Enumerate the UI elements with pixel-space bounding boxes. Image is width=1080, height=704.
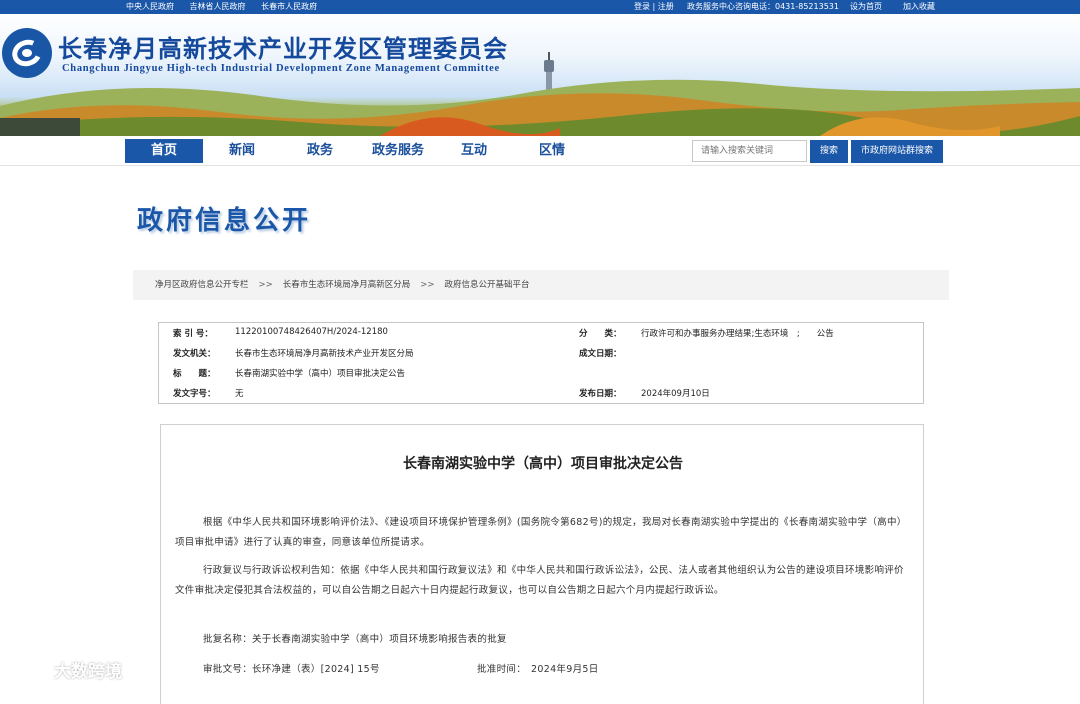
breadcrumb-item[interactable]: 政府信息公开基础平台 xyxy=(445,280,530,290)
document-metadata: 索 引 号： 11220100748426407H/2024-12180 分 类… xyxy=(158,322,924,404)
watermark-text: 大数跨境 xyxy=(54,661,122,682)
index-value: 11220100748426407H/2024-12180 xyxy=(235,327,388,337)
article-paragraph: 根据《中华人民共和国环境影响评价法》、《建设项目环境保护管理条例》(国务院令第6… xyxy=(175,517,907,548)
article-paragraph: 行政复议与行政诉讼权利告知：依据《中华人民共和国行政复议法》和《中华人民共和国行… xyxy=(175,565,904,596)
article-title: 长春南湖实验中学（高中）项目审批决定公告 xyxy=(403,456,683,472)
written-date-label: 成文日期： xyxy=(579,349,622,359)
category-value: 行政许可和办事服务办理结果;生态环境 ; 公告 xyxy=(641,329,834,339)
approval-name: 批复名称：关于长春南湖实验中学（高中）项目环境影响报告表的批复 xyxy=(203,634,507,645)
breadcrumb-item[interactable]: 长春市生态环境局净月高新区分局 xyxy=(283,280,411,290)
nav-interaction[interactable]: 互动 xyxy=(444,139,504,163)
title-value: 长春南湖实验中学（高中）项目审批决定公告 xyxy=(235,369,406,379)
publish-date-value: 2024年09月10日 xyxy=(641,389,710,399)
hotline-text: 政务服务中心咨询电话：0431-85213531 xyxy=(687,2,839,11)
category-label: 分 类： xyxy=(579,329,622,339)
top-utility-bar: 中央人民政府 吉林省人民政府 长春市人民政府 登录 | 注册 政务服务中心咨询电… xyxy=(0,0,1080,14)
doc-number-label: 发文字号： xyxy=(173,389,216,399)
external-links: 中央人民政府 吉林省人民政府 长春市人民政府 xyxy=(126,0,330,14)
header-banner: 长春净月高新技术产业开发区管理委员会 Changchun Jingyue Hig… xyxy=(0,14,1080,136)
approval-number: 审批文号：长环净建（表）[2024] 15号 xyxy=(203,664,380,675)
breadcrumb-item[interactable]: 净月区政府信息公开专栏 xyxy=(155,280,249,290)
index-label: 索 引 号： xyxy=(173,329,213,339)
search-button[interactable]: 搜索 xyxy=(810,140,848,163)
doc-number-value: 无 xyxy=(235,389,244,399)
nav-district-info[interactable]: 区情 xyxy=(522,139,582,163)
watermark-logo-icon xyxy=(14,662,51,676)
link-jilin-government[interactable]: 吉林省人民政府 xyxy=(190,2,246,11)
site-title: 长春净月高新技术产业开发区管理委员会 xyxy=(58,34,508,63)
title-label: 标 题： xyxy=(173,369,216,379)
article-body: 长春南湖实验中学（高中）项目审批决定公告 根据《中华人民共和国环境影响评价法》、… xyxy=(160,424,924,704)
nav-news[interactable]: 新闻 xyxy=(212,139,272,163)
breadcrumb-separator: >> xyxy=(258,280,273,290)
breadcrumb-separator: >> xyxy=(420,280,435,290)
link-central-government[interactable]: 中央人民政府 xyxy=(126,2,174,11)
autumn-hills-image xyxy=(0,79,1080,136)
nav-government-affairs[interactable]: 政务 xyxy=(290,139,350,163)
nav-home[interactable]: 首页 xyxy=(125,139,203,163)
set-home-link[interactable]: 设为首页 xyxy=(850,0,882,14)
section-title: 政府信息公开 xyxy=(137,206,312,236)
search-input[interactable] xyxy=(692,140,807,162)
link-changchun-government[interactable]: 长春市人民政府 xyxy=(261,2,317,11)
city-site-search-button[interactable]: 市政府网站群搜索 xyxy=(851,140,943,163)
breadcrumb: 净月区政府信息公开专栏 >> 长春市生态环境局净月高新区分局 >> 政府信息公开基础平台 xyxy=(133,270,949,300)
nav-government-services[interactable]: 政务服务 xyxy=(368,139,428,163)
watermark: 大数跨境 xyxy=(12,657,122,682)
publish-date-label: 发布日期： xyxy=(579,389,622,399)
approval-time: 批准时间： 2024年9月5日 xyxy=(477,664,599,675)
issuer-label: 发文机关： xyxy=(173,349,216,359)
issuer-value: 长春市生态环境局净月高新技术产业开发区分局 xyxy=(235,349,414,359)
add-favorite-link[interactable]: 加入收藏 xyxy=(903,0,935,14)
login-register-link[interactable]: 登录 | 注册 xyxy=(634,0,674,14)
